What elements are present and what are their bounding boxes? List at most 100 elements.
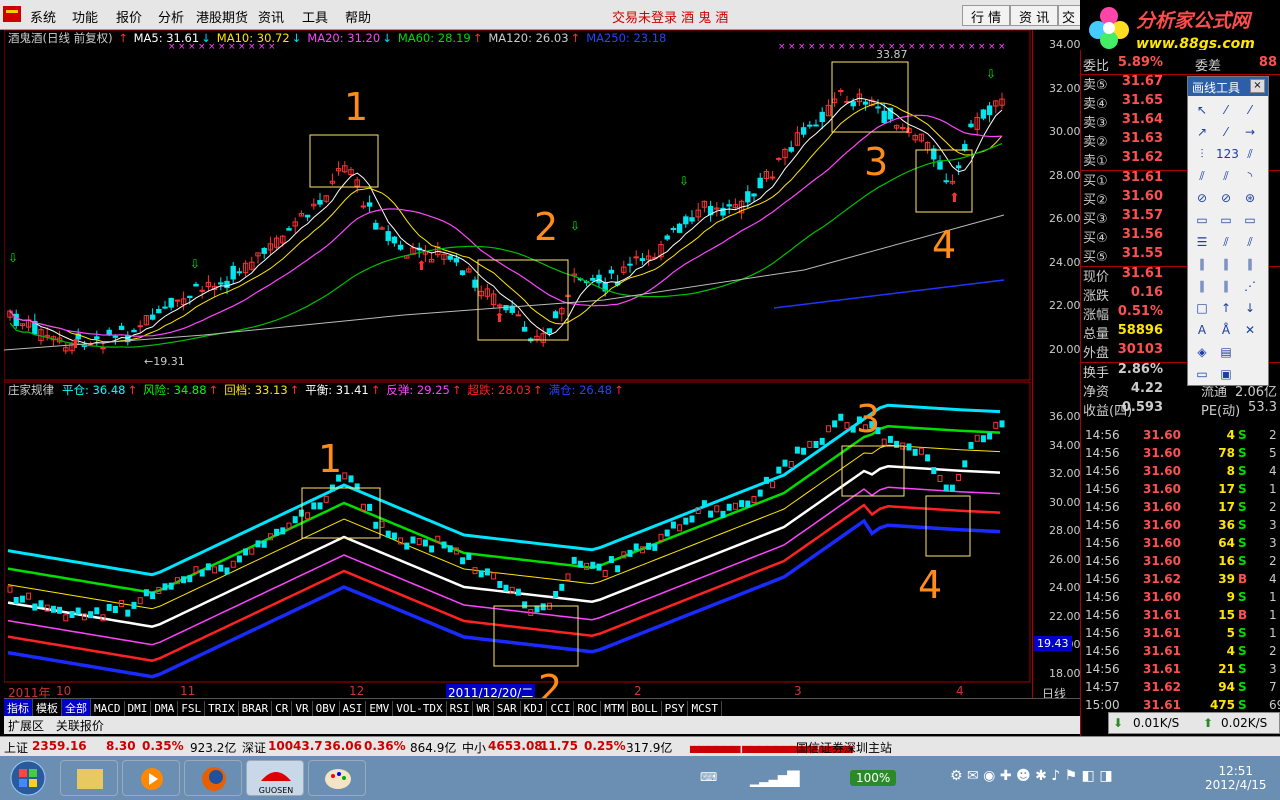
indicator-tab[interactable]: ASI [340,701,367,716]
drawing-tool-icon[interactable]: ▭ [1192,367,1212,383]
drawing-tool-icon[interactable]: ∥ [1216,279,1236,295]
drawing-tool-icon[interactable]: → [1240,125,1260,141]
drawing-tool-icon[interactable]: ▭ [1216,213,1236,229]
drawing-tool-icon[interactable]: ∥ [1192,279,1212,295]
indicator-tab[interactable]: SAR [494,701,521,716]
sub-candle [212,566,218,574]
tab-news[interactable]: 资 讯 [1010,5,1059,26]
menu-quote[interactable]: 报价 [116,7,142,26]
drawing-tool-icon[interactable]: ⫶ [1192,147,1212,163]
battery-indicator[interactable]: 100% [850,770,897,786]
signal-mark: × [968,42,976,52]
drawing-tool-icon[interactable]: 123 [1216,147,1239,163]
indicator-tab[interactable]: TRIX [205,701,239,716]
drawing-tool-icon[interactable]: ⋰ [1240,279,1260,295]
indicator-tab[interactable]: MCST [688,701,722,716]
indicator-tab[interactable]: CR [272,701,293,716]
drawing-tool-icon[interactable]: ⊘ [1192,191,1212,207]
main-price-tick: 24.00 [1049,255,1081,269]
candle-body [187,295,193,299]
drawing-tool-icon[interactable]: ▣ [1216,367,1236,383]
indicator-tab[interactable]: ROC [574,701,602,716]
ma20-line [9,114,1003,337]
menu-help[interactable]: 帮助 [345,7,371,26]
drawing-tool-icon[interactable]: ⁄ [1216,125,1236,141]
firefox-icon[interactable] [184,760,242,796]
guosen-app-icon[interactable]: GUOSEN [246,760,304,796]
drawing-tool-icon[interactable]: ⊘ [1216,191,1236,207]
drawing-tool-icon[interactable]: ▭ [1240,213,1260,229]
drawing-tool-icon[interactable]: ∥ [1240,257,1260,273]
indicator-tab[interactable]: 指标 [4,699,33,717]
close-icon[interactable]: × [1250,79,1265,93]
tab-extension[interactable]: 扩展区 [4,716,48,735]
drawing-tool-icon[interactable]: ∥ [1192,257,1212,273]
indicator-tab[interactable]: OBV [313,701,340,716]
indicator-tab[interactable]: WR [473,701,494,716]
drawing-tool-icon[interactable]: ⁄ [1240,103,1260,119]
drawing-tool-icon[interactable]: ⫽ [1216,235,1236,251]
arrow-up-icon: ↑ [127,383,138,397]
indicator-tab[interactable]: VR [292,701,313,716]
indicator-tab[interactable]: CCI [547,701,575,716]
drawing-tool-icon[interactable]: ⫽ [1216,169,1236,185]
chart-area[interactable]: × × × × × × × × × × × × × × × × × × × × × × × × × × × × × × × × × × 1 2 3 4 33… [4,30,1081,710]
drawing-tool-icon[interactable]: ↓ [1240,301,1260,317]
indicator-tab[interactable]: FSL [178,701,206,716]
media-player-icon[interactable] [122,760,180,796]
drawing-tool-icon[interactable]: ◝ [1240,169,1260,185]
ma-legend-item: MA20: 31.20 [307,31,381,45]
explorer-icon[interactable] [60,760,118,796]
indicator-tab[interactable]: RSI [447,701,474,716]
drawing-tool-icon[interactable]: ↗ [1192,125,1212,141]
menu-analysis[interactable]: 分析 [158,7,184,26]
drawing-tool-icon[interactable]: ▤ [1216,345,1236,361]
menu-tools[interactable]: 工具 [302,7,328,26]
tab-trade[interactable]: 交 [1058,5,1082,26]
chart-canvas[interactable]: × × × × × × × × × × × × × × × × × × × × × × × × × × × × × × × × × ×123433… [4,30,1032,710]
indicator-tab[interactable]: 模板 [33,699,62,717]
indicator-tab[interactable]: EMV [366,701,394,716]
tray-icons[interactable]: ⚙ ✉ ◉ ✚ ☻ ✱ ♪ ⚑ ◧ ◨ [950,768,1113,784]
indicator-tab[interactable]: 全部 [62,699,91,717]
start-button-icon[interactable] [8,760,48,796]
drawing-tool-icon[interactable]: ⫽ [1240,147,1260,163]
drawing-tool-icon[interactable]: A [1192,323,1212,339]
drawing-tool-icon[interactable]: ▭ [1192,213,1212,229]
drawing-tool-icon[interactable]: ⫽ [1192,169,1212,185]
drawing-tool-icon[interactable]: ⊛ [1240,191,1260,207]
signal-icon[interactable]: ▁▂▃▅▇ [750,768,800,787]
clock[interactable]: 12:51 2012/4/15 [1205,764,1267,792]
quote-label: 卖⑤ [1083,78,1108,93]
menu-hk-futures[interactable]: 港股期货 [196,7,248,26]
indicator-tab[interactable]: PSY [662,701,689,716]
indicator-tab[interactable]: DMI [125,701,152,716]
menu-function[interactable]: 功能 [72,7,98,26]
sub-candle [689,515,695,523]
indicator-tab[interactable]: MACD [91,701,125,716]
drawing-tool-icon[interactable]: ∥ [1216,257,1236,273]
indicator-tab[interactable]: MTM [601,701,629,716]
drawing-tool-icon[interactable]: ↑ [1216,301,1236,317]
tab-market[interactable]: 行 情 [962,5,1011,26]
drawing-tool-icon[interactable]: ⫽ [1240,235,1260,251]
drawing-tool-icon[interactable]: ✕ [1240,323,1260,339]
drawing-tool-icon[interactable]: ☰ [1192,235,1212,251]
indicator-tab[interactable]: BRAR [239,701,273,716]
indicator-tab[interactable]: BOLL [628,701,662,716]
keyboard-icon[interactable]: ⌨ [700,770,717,784]
drawing-tool-icon[interactable]: Å [1216,323,1236,339]
tab-related-quotes[interactable]: 关联报价 [52,716,108,735]
menu-info[interactable]: 资讯 [258,7,284,26]
indicator-tab[interactable]: DMA [151,701,179,716]
drawing-tool-icon[interactable]: ⁄ [1216,103,1236,119]
indicator-tab[interactable]: KDJ [521,701,548,716]
paint-icon[interactable] [308,760,366,796]
drawing-tool-icon[interactable]: ◈ [1192,345,1212,361]
drawing-tool-icon[interactable]: ↖ [1192,103,1212,119]
tick-side: S [1238,536,1247,550]
indicator-tab[interactable]: VOL-TDX [393,701,447,716]
menu-system[interactable]: 系统 [30,7,56,26]
sub-candle [825,425,831,433]
drawing-tool-icon[interactable]: □ [1192,301,1212,317]
